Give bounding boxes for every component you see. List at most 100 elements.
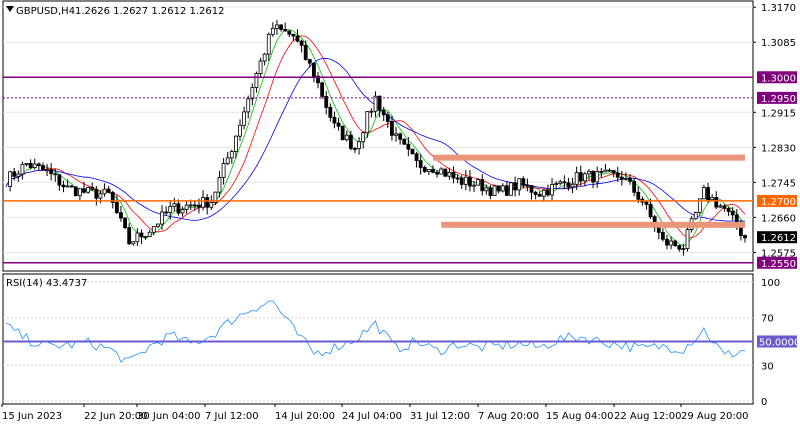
price-tag-label: 1.2700 — [761, 197, 796, 208]
candle-body — [172, 203, 177, 207]
candle-body — [636, 191, 641, 200]
candle-body — [275, 24, 279, 29]
candle-body — [546, 189, 550, 196]
candle-body — [369, 110, 374, 113]
candle-body — [69, 185, 74, 188]
candle-body — [702, 187, 706, 200]
candle-body — [603, 169, 608, 173]
candle-body — [619, 176, 624, 180]
candle-body — [418, 160, 423, 168]
candle-body — [86, 187, 91, 193]
candle-body — [102, 188, 107, 195]
time-tick-label: 14 Jul 20:00 — [275, 411, 335, 422]
candle-body — [119, 212, 123, 219]
candle-body — [24, 163, 29, 165]
candle-body — [357, 141, 361, 149]
candle-body — [496, 185, 501, 192]
candle-body — [439, 168, 444, 175]
candle-body — [677, 245, 682, 250]
candle-body — [139, 232, 144, 238]
candle-body — [714, 197, 719, 208]
candle-body — [143, 236, 148, 238]
candle-body — [340, 125, 345, 141]
candle-body — [570, 183, 575, 188]
price-tag-label: 1.3000 — [761, 73, 796, 84]
candle-body — [743, 235, 747, 239]
time-tick-label: 7 Aug 20:00 — [478, 411, 539, 422]
time-tick-label: 31 Jul 12:00 — [410, 411, 470, 422]
candle-body — [307, 59, 312, 64]
candle-body — [312, 62, 316, 77]
candle-body — [16, 173, 21, 177]
candle-body — [632, 180, 637, 193]
candle-body — [468, 176, 472, 187]
time-tick-label: 15 Jun 2023 — [2, 411, 62, 422]
ohlc-label: 1.2626 1.2627 1.2612 1.2612 — [75, 6, 225, 17]
candle-body — [365, 111, 370, 134]
candle-body — [57, 174, 62, 186]
candle-body — [45, 169, 49, 172]
candle-body — [451, 171, 456, 179]
candle-body — [558, 181, 563, 185]
price-tick-label: 1.3170 — [761, 3, 796, 14]
candle-body — [279, 24, 283, 30]
candle-body — [283, 29, 288, 32]
candle-body — [615, 172, 620, 178]
candle-body — [12, 171, 17, 177]
candle-body — [49, 169, 54, 175]
candle-body — [332, 116, 337, 124]
candle-body — [718, 205, 723, 208]
candle-body — [114, 202, 119, 214]
candle-body — [665, 238, 669, 246]
support-resistance-zone — [432, 154, 745, 161]
candle-body — [73, 186, 78, 197]
candle-body — [221, 163, 226, 178]
candle-body — [168, 205, 173, 213]
candle-body — [262, 53, 267, 62]
price-tick-label: 1.2915 — [761, 108, 796, 119]
candle-body — [123, 217, 127, 229]
candle-body — [209, 202, 214, 208]
candle-body — [373, 95, 378, 112]
candle-body — [550, 184, 554, 196]
rsi-tick-label: 30 — [761, 361, 774, 372]
price-tag-label: 1.2950 — [761, 94, 796, 105]
candle-body — [607, 169, 612, 172]
candle-body — [644, 201, 649, 205]
candle-body — [160, 211, 164, 225]
candle-body — [287, 30, 292, 35]
rsi-tick-label: 0 — [761, 397, 767, 408]
candle-body — [106, 188, 111, 193]
time-tick-label: 29 Aug 20:00 — [681, 411, 748, 422]
candle-body — [500, 185, 505, 192]
candle-body — [225, 157, 230, 164]
candle-body — [660, 231, 665, 240]
candle-body — [242, 111, 247, 126]
candle-body — [529, 185, 534, 193]
candle-body — [295, 35, 300, 42]
candle-body — [459, 177, 464, 185]
candle-body — [476, 179, 481, 186]
candle-body — [254, 73, 259, 88]
candle-body — [447, 171, 452, 177]
candle-body — [578, 172, 583, 182]
candle-body — [706, 187, 710, 201]
candle-body — [90, 187, 95, 190]
candle-body — [390, 121, 394, 136]
candle-body — [303, 45, 308, 60]
candle-body — [648, 203, 653, 218]
candle-body — [270, 27, 275, 35]
candle-body — [726, 208, 731, 212]
candle-body — [164, 211, 169, 214]
candle-body — [328, 106, 333, 118]
candle-body — [509, 182, 513, 196]
candle-body — [455, 177, 460, 180]
candle-body — [258, 60, 263, 74]
candle-body — [377, 95, 382, 111]
candle-body — [422, 167, 427, 172]
candle-body — [201, 197, 205, 208]
candle-body — [344, 134, 349, 141]
candle-body — [587, 170, 591, 175]
candle-body — [492, 185, 497, 196]
candle-body — [595, 171, 600, 183]
